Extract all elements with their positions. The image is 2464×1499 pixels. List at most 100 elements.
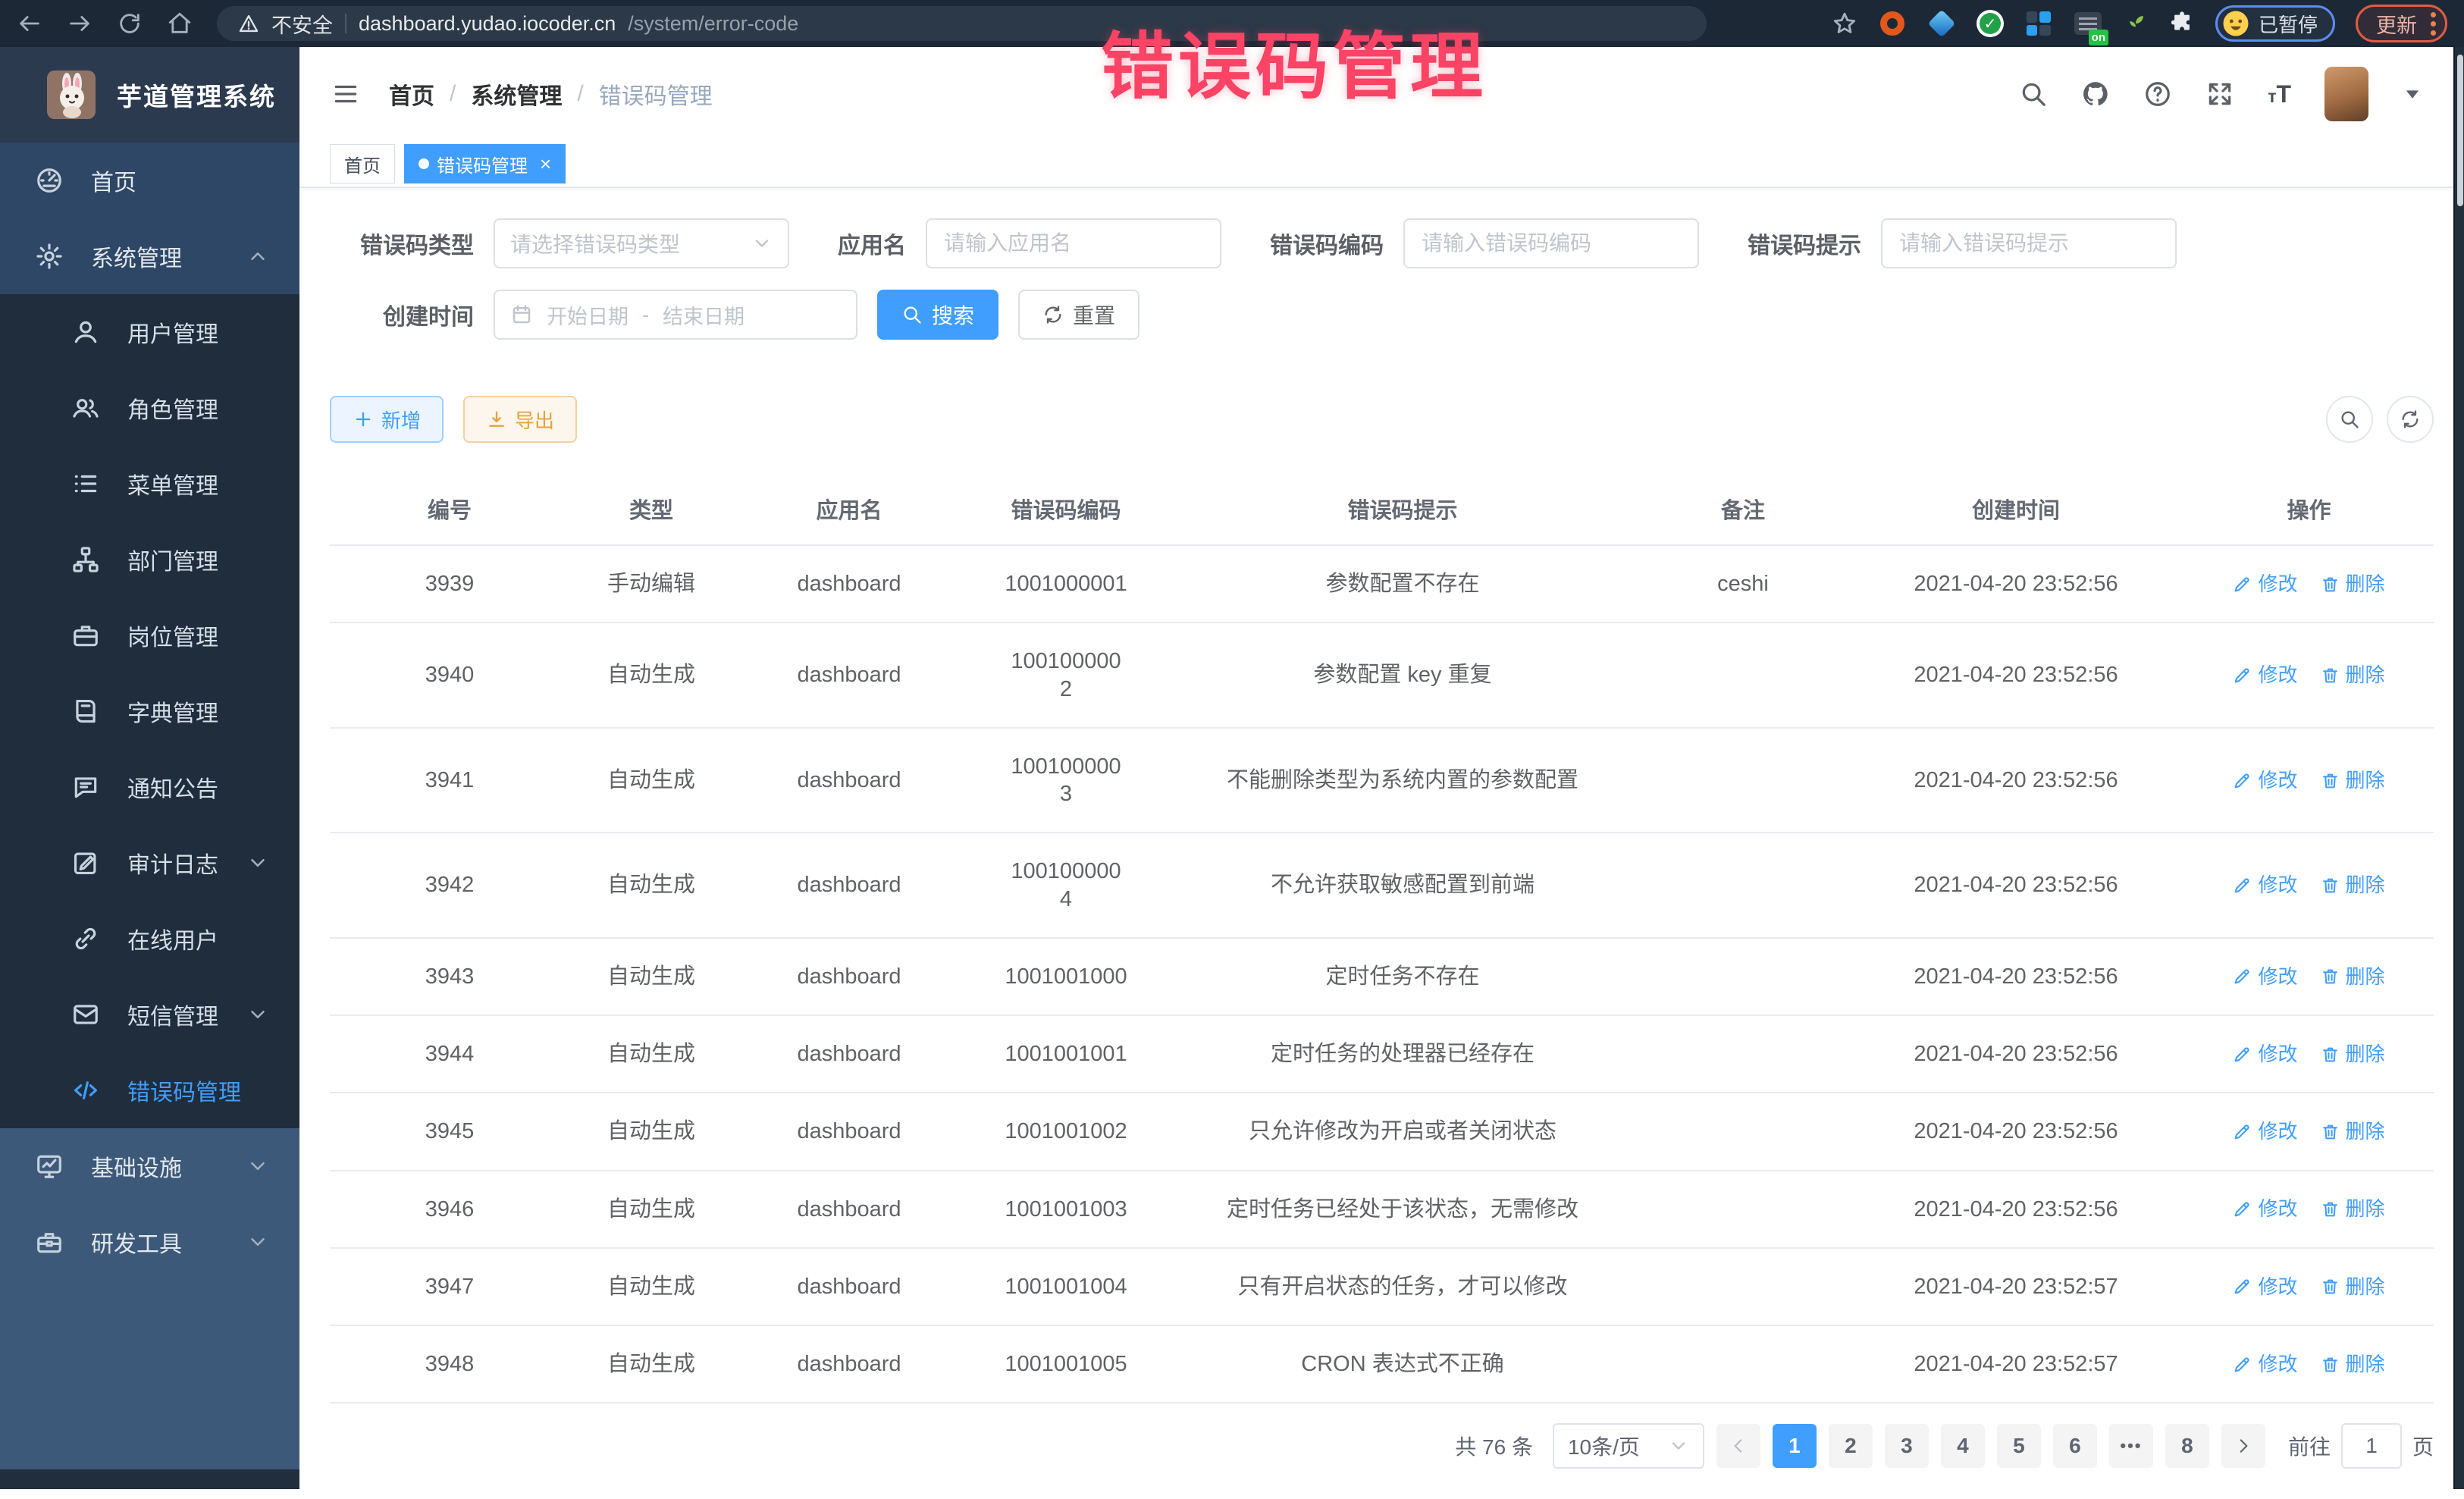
edit-link[interactable]: 修改 — [2233, 1119, 2297, 1144]
delete-link[interactable]: 删除 — [2321, 1042, 2385, 1067]
page-size-select[interactable]: 10条/页 — [1553, 1423, 1704, 1469]
close-tab-icon[interactable]: × — [540, 152, 551, 176]
app-name-label: 应用名 — [838, 227, 906, 260]
app-logo[interactable]: 芋道管理系统 — [0, 47, 299, 143]
table-row: 3944自动生成dashboard1001001001定时任务的处理器已经存在2… — [330, 1016, 2434, 1093]
github-icon[interactable] — [2081, 80, 2110, 108]
delete-link[interactable]: 删除 — [2321, 572, 2385, 597]
delete-link[interactable]: 删除 — [2321, 1352, 2385, 1377]
error-type-select[interactable]: 请选择错误码类型 — [494, 218, 789, 268]
table-row: 3943自动生成dashboard1001001000定时任务不存在2021-0… — [330, 939, 2434, 1016]
search-button[interactable]: 搜索 — [877, 290, 998, 340]
delete-link[interactable]: 删除 — [2321, 1196, 2385, 1221]
tab-home[interactable]: 首页 — [330, 144, 395, 183]
column-header: 应用名 — [733, 473, 965, 544]
date-range-picker[interactable]: 开始日期 - 结束日期 — [494, 290, 857, 340]
cell-id: 3948 — [330, 1326, 569, 1402]
breadcrumb-item[interactable]: 系统管理 — [471, 77, 562, 111]
browser-reload-icon[interactable] — [117, 11, 143, 36]
next-page-button[interactable] — [2221, 1424, 2265, 1468]
page-button-1[interactable]: 1 — [1773, 1424, 1817, 1468]
font-size-icon[interactable]: тT — [2268, 80, 2291, 108]
browser-forward-icon[interactable] — [67, 11, 92, 36]
edit-link[interactable]: 修改 — [2233, 572, 2297, 597]
user-avatar[interactable] — [2324, 67, 2368, 121]
edit-link[interactable]: 修改 — [2233, 1352, 2297, 1377]
browser-profile-chip[interactable]: 已暂停 — [2215, 5, 2335, 42]
extension-orange-ring-icon[interactable] — [1878, 9, 1907, 38]
sidebar-item-audit-log[interactable]: 审计日志 — [0, 825, 299, 901]
delete-link[interactable]: 删除 — [2321, 873, 2385, 898]
edit-link[interactable]: 修改 — [2233, 1196, 2297, 1221]
search-icon — [901, 304, 923, 325]
extension-list-on-icon[interactable]: on — [2074, 9, 2102, 38]
browser-update-button[interactable]: 更新 — [2356, 5, 2447, 42]
extension-blue-gem-icon[interactable] — [1927, 9, 1956, 38]
tab-error-code-management[interactable]: 错误码管理× — [404, 144, 566, 183]
goto-page-input[interactable] — [2341, 1423, 2402, 1469]
app-name-input[interactable] — [926, 218, 1221, 268]
edit-link[interactable]: 修改 — [2233, 873, 2297, 898]
sidebar-item-sms-management[interactable]: 短信管理 — [0, 977, 299, 1052]
extension-green-check-icon[interactable]: ✓ — [1977, 10, 2004, 37]
edit-link[interactable]: 修改 — [2233, 1275, 2297, 1300]
delete-link[interactable]: 删除 — [2321, 663, 2385, 688]
table-row: 3948自动生成dashboard1001001005CRON 表达式不正确20… — [330, 1326, 2434, 1403]
page-button-6[interactable]: 6 — [2053, 1424, 2097, 1468]
address-bar[interactable]: 不安全 dashboard.yudao.iocoder.cn/system/er… — [217, 6, 1707, 41]
cell-created-time: 2021-04-20 23:52:56 — [1848, 1016, 2184, 1092]
date-range-separator: - — [642, 303, 649, 327]
reset-button[interactable]: 重置 — [1018, 290, 1140, 340]
page-button-4[interactable]: 4 — [1941, 1424, 1985, 1468]
sidebar-item-infrastructure[interactable]: 基础设施 — [0, 1128, 299, 1204]
page-button-3[interactable]: 3 — [1885, 1424, 1929, 1468]
help-icon[interactable] — [2143, 80, 2172, 108]
page-button-8[interactable]: 8 — [2165, 1424, 2209, 1468]
sidebar-toggle-icon[interactable] — [330, 80, 362, 108]
sidebar-item-home[interactable]: 首页 — [0, 143, 299, 218]
header-search-icon[interactable] — [2019, 80, 2048, 108]
sidebar-item-online-users[interactable]: 在线用户 — [0, 901, 299, 977]
toggle-search-button[interactable] — [2326, 396, 2373, 443]
sidebar-item-dept-management[interactable]: 部门管理 — [0, 522, 299, 597]
page-button-5[interactable]: 5 — [1997, 1424, 2041, 1468]
cell-created-time: 2021-04-20 23:52:57 — [1848, 1326, 2184, 1402]
edit-link[interactable]: 修改 — [2233, 663, 2297, 688]
edit-link[interactable]: 修改 — [2233, 768, 2297, 793]
export-button[interactable]: 导出 — [463, 396, 577, 443]
sidebar-item-dev-tools[interactable]: 研发工具 — [0, 1204, 299, 1280]
sidebar-item-post-management[interactable]: 岗位管理 — [0, 597, 299, 673]
page-button-2[interactable]: 2 — [1829, 1424, 1873, 1468]
extension-sprout-icon[interactable] — [2123, 11, 2149, 36]
browser-back-icon[interactable] — [17, 11, 42, 36]
bookmark-star-icon[interactable] — [1832, 11, 1857, 36]
cell-error-code: 100100000 3 — [965, 729, 1167, 833]
refresh-table-button[interactable] — [2387, 396, 2434, 443]
sidebar-item-user-management[interactable]: 用户管理 — [0, 294, 299, 370]
sidebar-item-system-management[interactable]: 系统管理 — [0, 218, 299, 294]
error-hint-input[interactable] — [1881, 218, 2177, 268]
more-pages-button[interactable]: ••• — [2109, 1424, 2153, 1468]
sidebar-item-menu-management[interactable]: 菜单管理 — [0, 446, 299, 522]
fullscreen-icon[interactable] — [2205, 80, 2234, 108]
sidebar-item-role-management[interactable]: 角色管理 — [0, 370, 299, 446]
delete-icon — [2321, 666, 2340, 685]
user-menu-caret-icon[interactable] — [2402, 83, 2423, 105]
sidebar-item-notice-announcement[interactable]: 通知公告 — [0, 749, 299, 825]
delete-link[interactable]: 删除 — [2321, 964, 2385, 989]
edit-link[interactable]: 修改 — [2233, 964, 2297, 989]
delete-link[interactable]: 删除 — [2321, 1275, 2385, 1300]
breadcrumb-item[interactable]: 首页 — [389, 77, 434, 111]
scrollbar-thumb[interactable] — [2457, 55, 2463, 206]
extension-grid-icon[interactable] — [2024, 9, 2053, 38]
delete-link[interactable]: 删除 — [2321, 768, 2385, 793]
sidebar-item-dict-management[interactable]: 字典管理 — [0, 673, 299, 749]
browser-home-icon[interactable] — [167, 11, 193, 36]
sidebar-item-error-code-management[interactable]: 错误码管理 — [0, 1052, 299, 1128]
extensions-puzzle-icon[interactable] — [2169, 11, 2195, 36]
add-button[interactable]: 新增 — [330, 396, 444, 443]
delete-link[interactable]: 删除 — [2321, 1119, 2385, 1144]
error-code-input[interactable] — [1403, 218, 1699, 268]
prev-page-button[interactable] — [1716, 1424, 1760, 1468]
edit-link[interactable]: 修改 — [2233, 1042, 2297, 1067]
